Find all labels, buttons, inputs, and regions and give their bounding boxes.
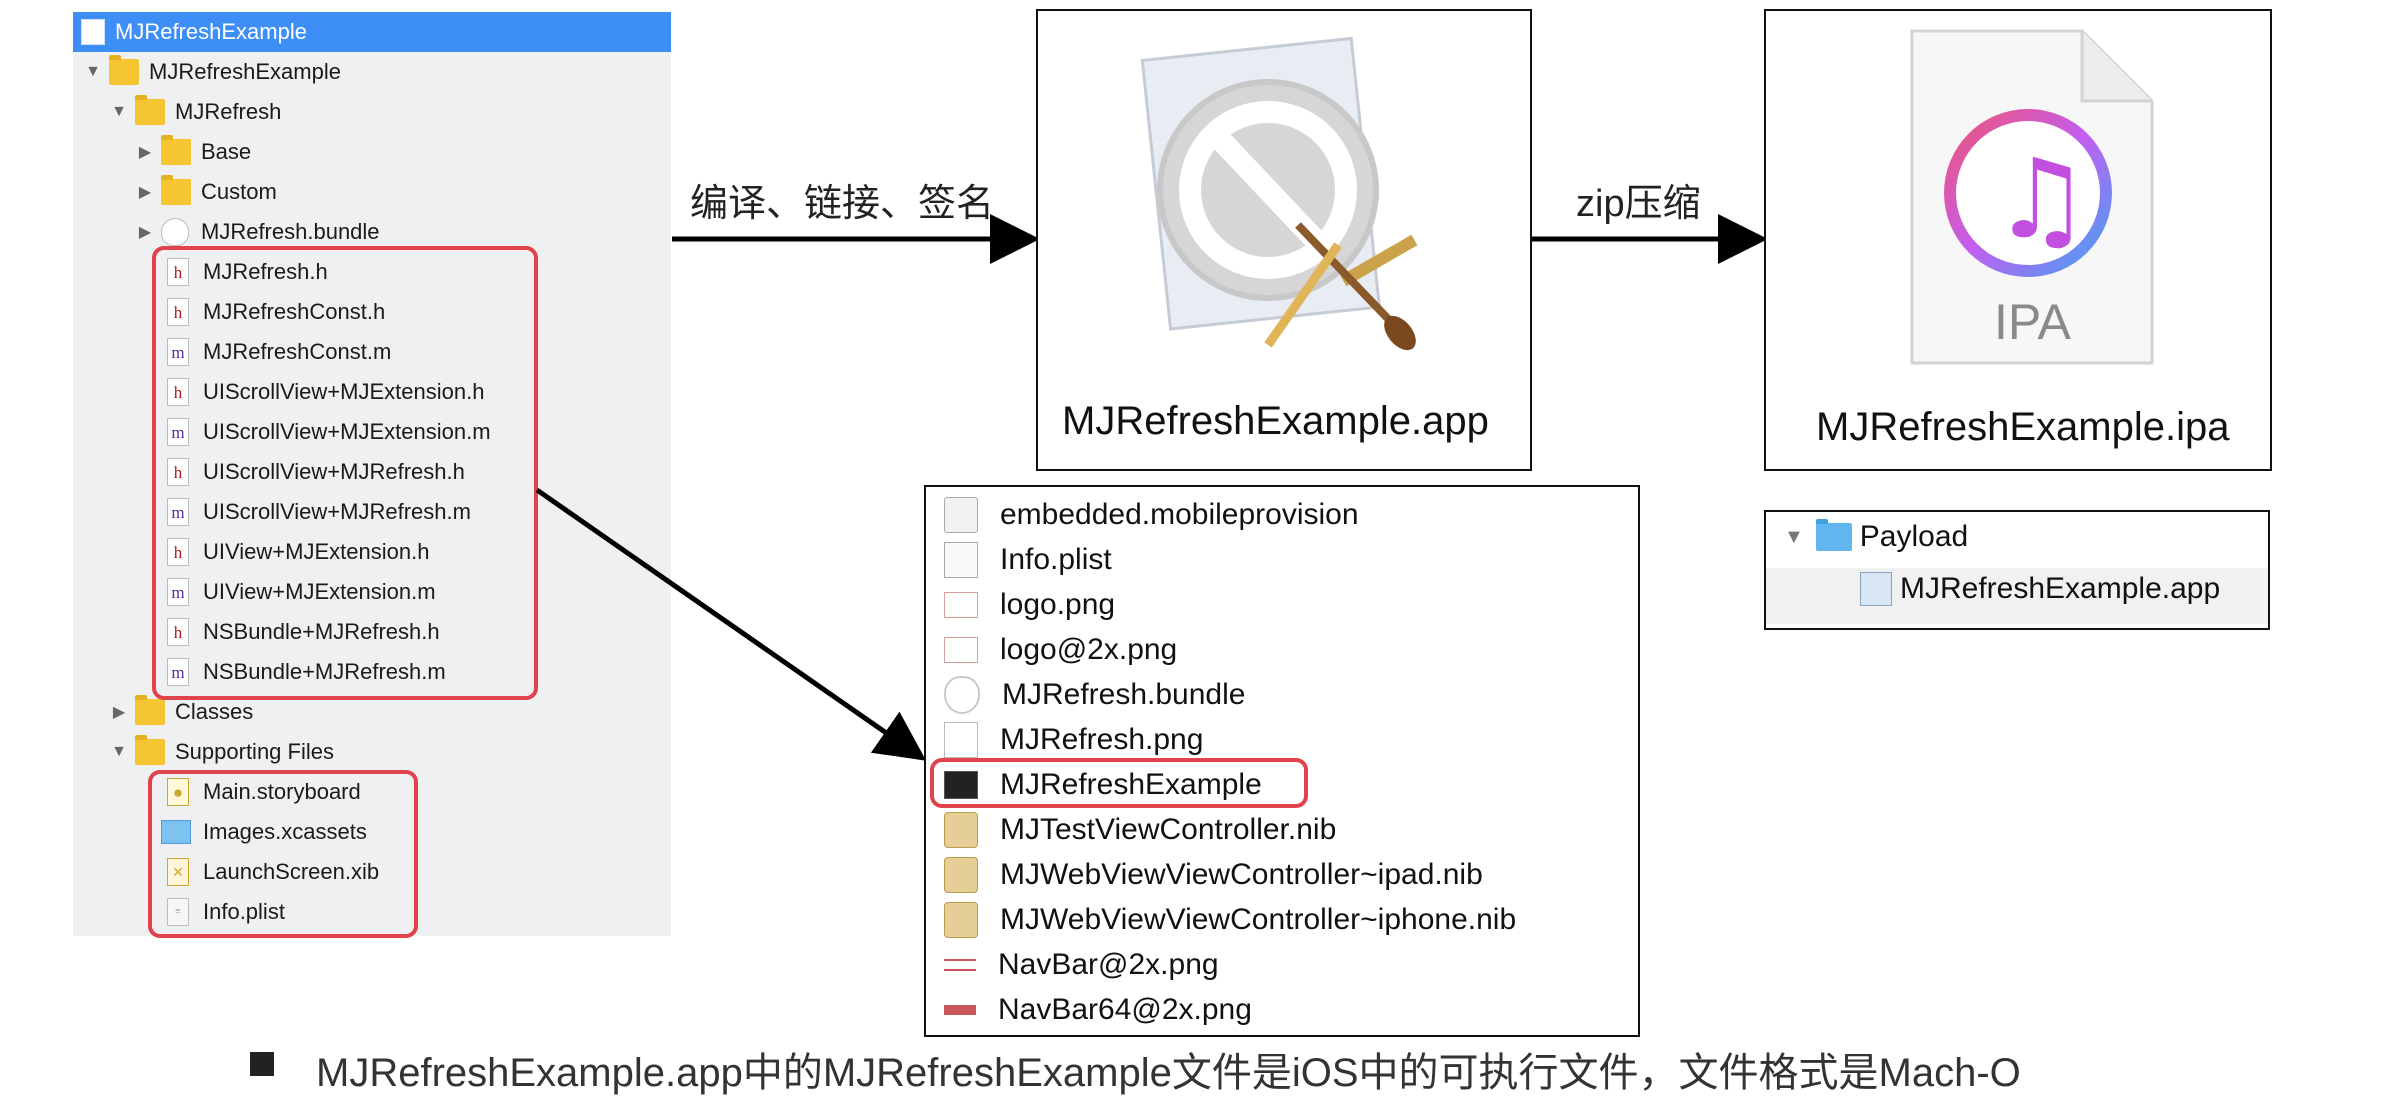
- step-compile-label: 编译、链接、签名: [690, 183, 995, 225]
- png-icon: [944, 637, 978, 663]
- list-item-label: logo@2x.png: [1000, 633, 1178, 666]
- app-placeholder-icon: [1140, 36, 1418, 351]
- list-item-label: Info.plist: [1000, 543, 1112, 576]
- app-icon: [1860, 572, 1892, 606]
- app-caption: MJRefreshExample.app: [1062, 399, 1489, 443]
- nib-icon: [944, 902, 978, 938]
- list-item[interactable]: NavBar@2x.png: [944, 943, 1219, 987]
- list-item-label: NavBar64@2x.png: [998, 993, 1252, 1026]
- payload-child-label: MJRefreshExample.app: [1900, 572, 2221, 605]
- arrow-to-contents: [535, 487, 927, 761]
- bullet-square-icon: [250, 1052, 274, 1076]
- png-icon: [944, 592, 978, 618]
- disclosure-open-icon[interactable]: ▼: [1784, 526, 1804, 549]
- highlight-executable: [930, 758, 1308, 808]
- list-item[interactable]: embedded.mobileprovision: [944, 493, 1359, 537]
- bundle-icon: [944, 676, 980, 714]
- list-item-label: NavBar@2x.png: [998, 948, 1219, 981]
- music-note-icon: ♫: [1992, 135, 2091, 263]
- list-item-label: MJWebViewViewController~iphone.nib: [1000, 903, 1517, 936]
- list-item[interactable]: MJWebViewViewController~iphone.nib: [944, 898, 1516, 942]
- list-item[interactable]: MJWebViewViewController~ipad.nib: [944, 853, 1483, 897]
- step-zip-label: zip压缩: [1576, 183, 1701, 225]
- image-icon: [944, 722, 978, 758]
- list-item-label: MJWebViewViewController~ipad.nib: [1000, 858, 1483, 891]
- list-item[interactable]: Info.plist: [944, 538, 1112, 582]
- payload-folder-row[interactable]: ▼ Payload: [1784, 519, 1969, 554]
- list-item[interactable]: logo@2x.png: [944, 628, 1177, 672]
- ipa-caption: MJRefreshExample.ipa: [1816, 405, 2230, 449]
- ipa-box: ♫ IPA MJRefreshExample.ipa: [1764, 9, 2272, 471]
- plist-icon: [944, 542, 978, 578]
- provision-file-icon: [944, 497, 978, 533]
- payload-folder-label: Payload: [1859, 520, 1969, 553]
- navbar64-png-icon: [944, 1005, 976, 1015]
- nib-icon: [944, 857, 978, 893]
- list-item[interactable]: NavBar64@2x.png: [944, 988, 1252, 1032]
- footer-text: MJRefreshExample.app中的MJRefreshExample文件…: [316, 1051, 2021, 1095]
- payload-box: ▼ Payload MJRefreshExample.app: [1764, 510, 2270, 630]
- list-item-label: MJTestViewController.nib: [1000, 813, 1337, 846]
- payload-child-row[interactable]: MJRefreshExample.app: [1860, 572, 2220, 606]
- list-item-label: MJRefresh.bundle: [1002, 678, 1246, 711]
- folder-icon: [1815, 519, 1852, 551]
- list-item[interactable]: MJTestViewController.nib: [944, 808, 1336, 852]
- list-item-label: MJRefresh.png: [1000, 723, 1204, 756]
- ipa-icon-text: IPA: [1994, 294, 2071, 350]
- list-item[interactable]: MJRefresh.bundle: [944, 673, 1245, 717]
- app-bundle-box: MJRefreshExample.app: [1036, 9, 1532, 471]
- list-item[interactable]: MJRefresh.png: [944, 718, 1203, 762]
- list-item-label: embedded.mobileprovision: [1000, 498, 1359, 531]
- nib-icon: [944, 812, 978, 848]
- navbar-png-icon: [944, 959, 976, 971]
- list-item-label: logo.png: [1000, 588, 1116, 621]
- list-item[interactable]: logo.png: [944, 583, 1115, 627]
